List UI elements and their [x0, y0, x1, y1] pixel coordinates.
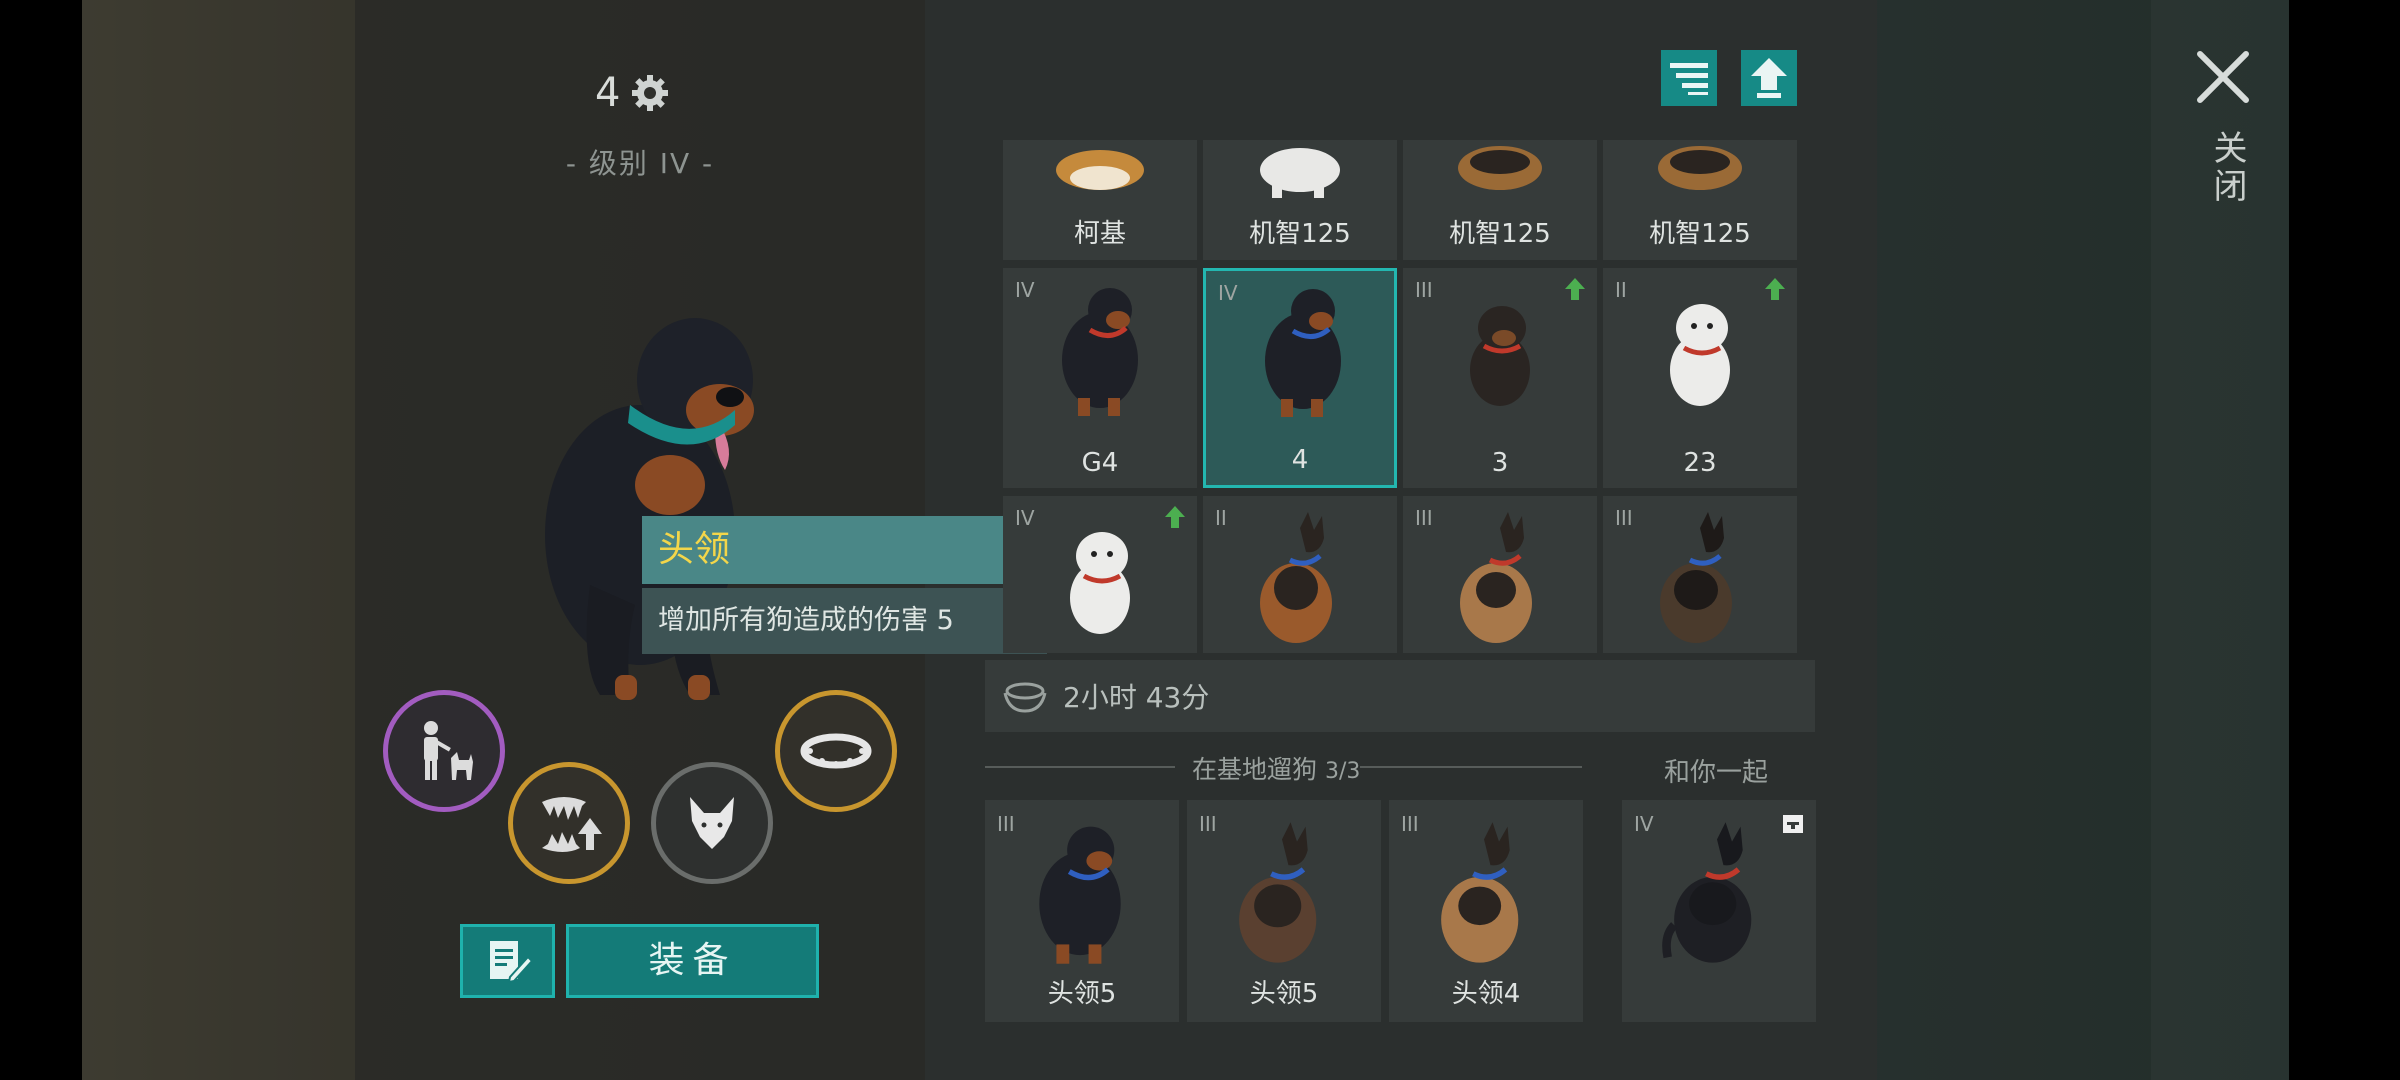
dog-card[interactable]: II 23	[1603, 268, 1797, 488]
collar-equip-button[interactable]	[775, 690, 897, 812]
background-band-left	[82, 0, 355, 1080]
sort-button[interactable]	[1661, 50, 1717, 106]
dog-card[interactable]: 柯基	[1003, 140, 1197, 260]
dog-rank: II	[1215, 506, 1227, 530]
dog-name: 头领4	[1451, 979, 1521, 1009]
tooltip-description: 增加所有狗造成的伤害 5	[642, 588, 1047, 654]
dog-level: 4	[595, 70, 670, 116]
dog-thumbnail-shepherd	[1458, 146, 1542, 190]
with-you-title: 和你一起	[1664, 758, 1769, 788]
equip-button[interactable]: 装备	[566, 924, 819, 998]
dog-thumbnail-rottweiler	[1062, 288, 1138, 416]
walking-dog-card[interactable]: III 头领5	[1187, 800, 1381, 1022]
food-bowl-icon	[1003, 682, 1047, 713]
wolf-skill-button[interactable]	[651, 762, 773, 884]
edit-note-icon	[489, 941, 532, 984]
close-icon[interactable]	[2196, 50, 2250, 104]
dog-thumbnail-rottweiler	[1265, 289, 1341, 417]
dog-card[interactable]: III	[1603, 496, 1797, 653]
dog-rank: IV	[1218, 281, 1238, 305]
dog-rank: III	[1401, 812, 1419, 836]
dog-thumbnail-shepherd	[1460, 512, 1532, 643]
trainer-skill-button[interactable]	[383, 690, 505, 812]
dog-name: 23	[1683, 448, 1717, 478]
letterbox-left	[0, 0, 82, 1080]
dog-name: 机智125	[1449, 219, 1551, 249]
dog-card[interactable]: IV	[1003, 496, 1197, 653]
walking-dog-card[interactable]: III 头领5	[985, 800, 1179, 1022]
dog-card[interactable]: IV G4	[1003, 268, 1197, 488]
level-rank-label: - 级别 IV -	[565, 147, 715, 180]
sort-icon	[1670, 63, 1708, 95]
dog-thumbnail-shepherd	[1658, 146, 1742, 190]
dog-thumbnail-shepherd	[1239, 822, 1317, 963]
dog-card[interactable]: III 3	[1403, 268, 1597, 488]
walk-section-label: 在基地遛狗	[1192, 755, 1318, 784]
dog-name: 机智125	[1249, 219, 1351, 249]
dog-rank: III	[1615, 506, 1633, 530]
dog-card[interactable]: 机智125	[1403, 140, 1597, 260]
walk-section-count: 3/3	[1325, 759, 1361, 784]
dog-name: 3	[1491, 448, 1509, 478]
walking-dog-card[interactable]: III 头领4	[1389, 800, 1583, 1022]
upgrade-all-button[interactable]	[1741, 50, 1797, 106]
gear-icon	[632, 75, 669, 111]
dog-card-selected[interactable]: IV 4	[1203, 268, 1397, 488]
dog-grid: 柯基 机智125 机智125 机智125 IV G4 IV 4 III 3 II…	[1003, 140, 1801, 653]
upgrade-arrow-icon	[1565, 278, 1585, 300]
upgrade-arrow-icon	[1765, 278, 1785, 300]
storage-icon	[1783, 815, 1803, 833]
dog-rank: II	[1615, 278, 1627, 302]
letterbox-right	[2289, 0, 2400, 1080]
dog-card[interactable]: 机智125	[1203, 140, 1397, 260]
tooltip-title: 头领	[642, 516, 1047, 584]
feeding-timer: 2小时 43分	[985, 660, 1815, 732]
dog-thumbnail-black-shepherd	[1662, 822, 1752, 963]
dog-rank: III	[1415, 278, 1433, 302]
spiked-collar-icon	[800, 733, 872, 769]
dog-thumbnail-rottweiler	[1039, 826, 1121, 964]
section-divider	[985, 766, 1175, 768]
wolf-head-icon	[690, 797, 734, 849]
fang-upgrade-button[interactable]	[508, 762, 630, 884]
upgrade-arrow-icon	[1165, 506, 1185, 528]
walk-section-title: 在基地遛狗 3/3	[1192, 750, 1360, 786]
dog-name: G4	[1081, 448, 1119, 478]
dog-thumbnail-shepherd-dark	[1660, 512, 1732, 643]
dog-rank: IV	[1634, 812, 1654, 836]
dog-thumbnail-husky	[1260, 148, 1340, 198]
dog-trainer-icon	[424, 721, 473, 780]
fangs-upgrade-icon	[542, 797, 602, 852]
section-divider	[1360, 766, 1582, 768]
perk-tooltip: 头领 增加所有狗造成的伤害 5	[642, 516, 1047, 654]
background-band-right	[1876, 0, 2151, 1080]
dog-rank: III	[997, 812, 1015, 836]
level-value: 4	[595, 70, 621, 116]
dog-rank: IV	[1015, 278, 1035, 302]
dog-thumbnail-puppy-white	[1070, 532, 1130, 634]
close-label[interactable]: 关闭	[2203, 130, 2252, 206]
dog-name: 头领5	[1249, 979, 1319, 1009]
dog-rank: III	[1199, 812, 1217, 836]
dog-card[interactable]: 机智125	[1603, 140, 1797, 260]
dog-rank: IV	[1015, 506, 1035, 530]
dog-name: 4	[1291, 445, 1309, 475]
dog-name: 柯基	[1073, 219, 1126, 249]
dog-card[interactable]: III	[1403, 496, 1597, 653]
dog-thumbnail-puppy-dark	[1470, 306, 1530, 406]
dog-card[interactable]: II	[1203, 496, 1397, 653]
companion-dog-card[interactable]: IV	[1622, 800, 1816, 1022]
dog-thumbnail-shepherd	[1441, 822, 1519, 963]
dog-name: 机智125	[1649, 219, 1751, 249]
dog-thumbnail-corgi	[1056, 150, 1144, 190]
dog-thumbnail-shepherd	[1260, 512, 1332, 643]
upload-arrow-icon	[1751, 58, 1787, 98]
timer-text: 2小时 43分	[1063, 681, 1210, 714]
dog-thumbnail-puppy-white	[1670, 304, 1730, 406]
dog-rank: III	[1415, 506, 1433, 530]
dog-name: 头领5	[1047, 979, 1117, 1009]
edit-note-button[interactable]	[460, 924, 555, 998]
